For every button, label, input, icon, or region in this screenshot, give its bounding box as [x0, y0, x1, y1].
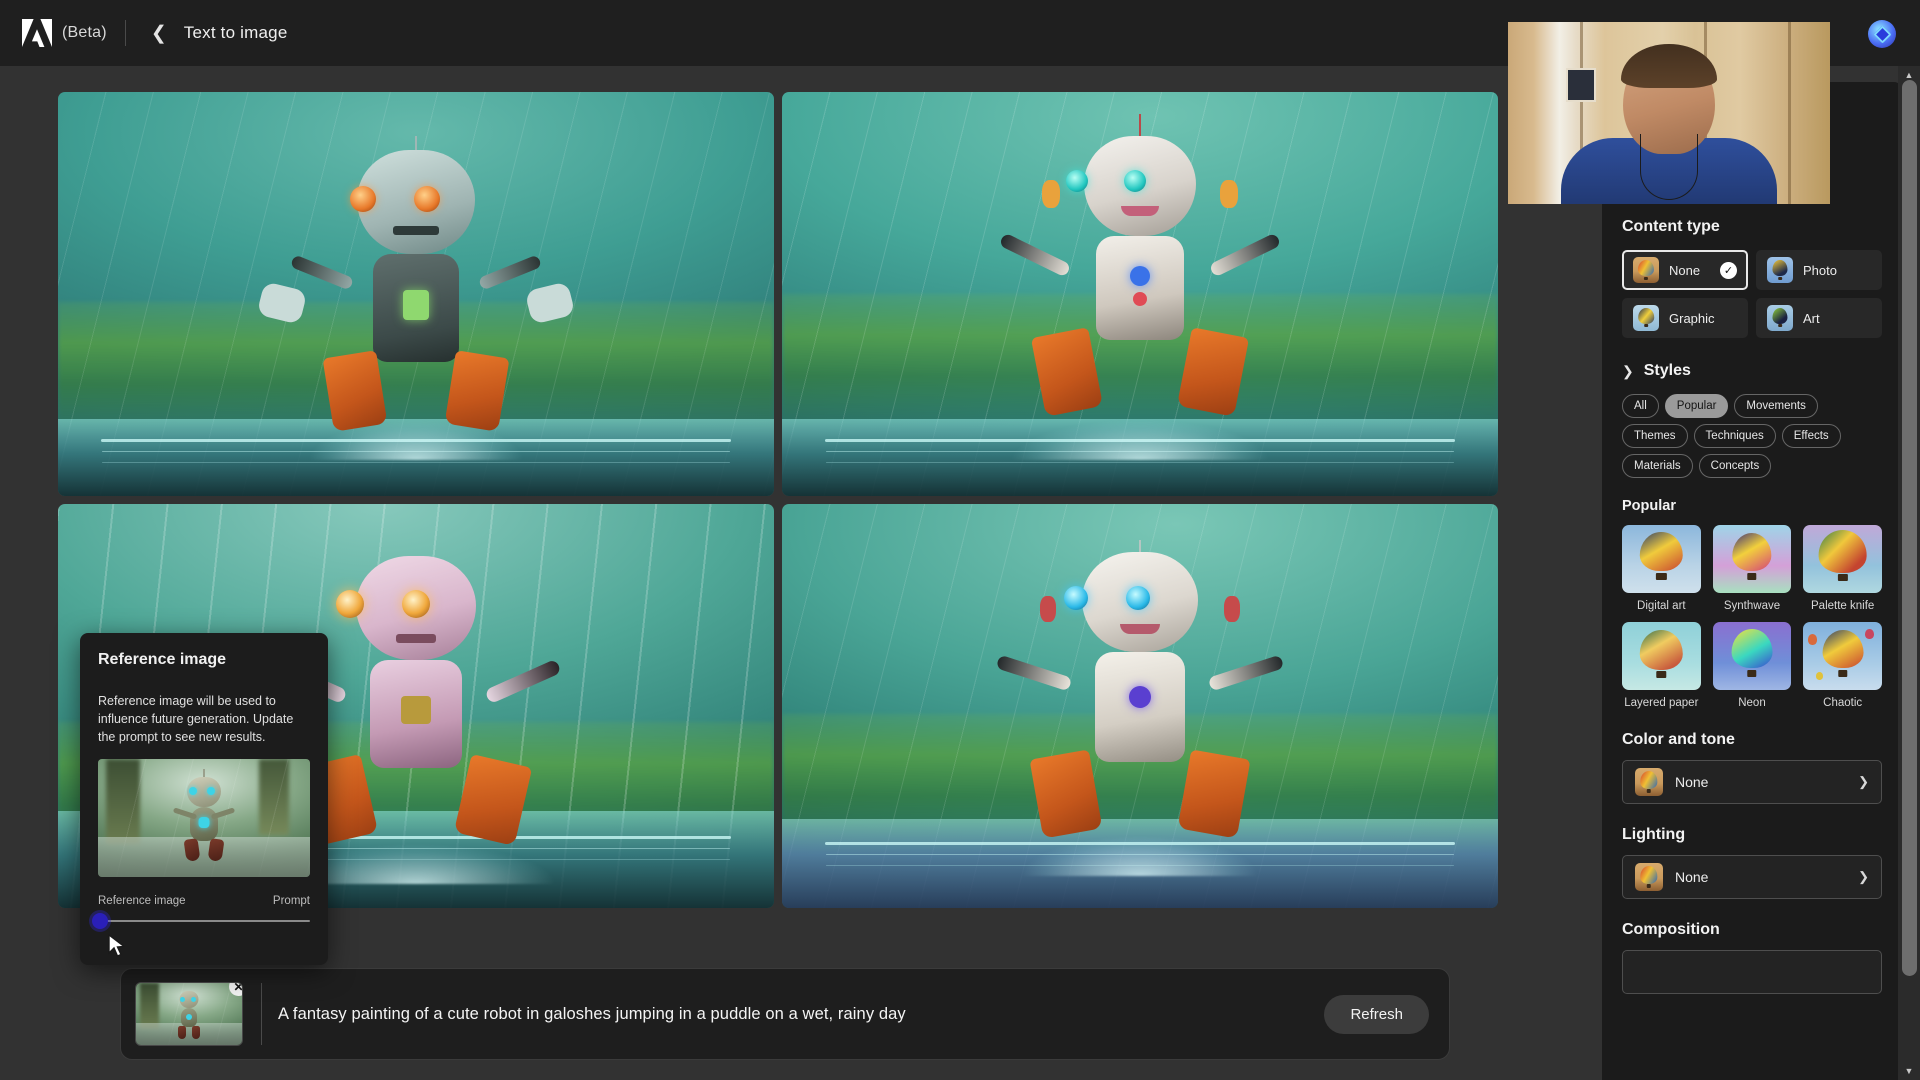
chevron-down-icon: ❯ [1858, 869, 1869, 884]
style-filter-chips: All Popular Movements Themes Techniques … [1622, 394, 1882, 478]
chevron-left-icon[interactable]: ❮ [146, 24, 172, 43]
content-type-label-none: None [1669, 262, 1701, 278]
balloon-thumbnail-icon [1767, 257, 1793, 283]
style-label-synthwave: Synthwave [1723, 600, 1781, 612]
earphone-cord [1640, 134, 1698, 200]
slider-left-label: Reference image [98, 895, 186, 908]
balloon-thumbnail-icon [1635, 768, 1663, 796]
color-and-tone-value: None [1675, 774, 1709, 790]
content-type-label-photo: Photo [1803, 262, 1837, 278]
scrollbar-thumb[interactable] [1902, 80, 1917, 976]
composition-dropdown[interactable] [1622, 950, 1882, 994]
refresh-button[interactable]: Refresh [1324, 994, 1429, 1034]
prompt-reference-thumbnail[interactable]: ✕ [135, 982, 243, 1046]
avatar-cube-glyph [1872, 24, 1892, 44]
style-filter-all[interactable]: All [1622, 394, 1659, 418]
app-root: (Beta) ❮ Text to image Reference image R… [0, 0, 1920, 1080]
style-filter-techniques[interactable]: Techniques [1693, 424, 1776, 448]
reference-popup-description: Reference image will be used to influenc… [98, 694, 294, 744]
style-item-chaotic[interactable]: Chaotic [1803, 622, 1882, 709]
balloon-thumbnail-icon [1633, 305, 1659, 331]
settings-panel: Content type None ✓ Photo Graphic Art ❯ … [1602, 82, 1902, 1080]
wall-picture [1566, 68, 1596, 102]
content-type-title: Content type [1622, 218, 1720, 235]
style-filter-themes[interactable]: Themes [1622, 424, 1688, 448]
reference-slider-labels: Reference image Prompt [98, 895, 310, 907]
app-avatar-icon[interactable] [1868, 20, 1896, 48]
vertical-scrollbar[interactable]: ▲ ▼ [1898, 66, 1920, 1080]
styles-title: Styles [1643, 362, 1691, 379]
balloon-thumbnail-icon [1635, 863, 1663, 891]
color-and-tone-dropdown[interactable]: None ❯ [1622, 760, 1882, 804]
prompt-bar: ✕ A fantasy painting of a cute robot in … [120, 968, 1450, 1060]
generated-image-2[interactable] [782, 92, 1498, 496]
style-filter-effects[interactable]: Effects [1781, 424, 1841, 448]
balloon-thumbnail-icon [1767, 305, 1793, 331]
prompt-input[interactable]: A fantasy painting of a cute robot in ga… [278, 1005, 1324, 1024]
style-item-neon[interactable]: Neon [1712, 622, 1792, 709]
composition-title: Composition [1622, 921, 1720, 938]
mouse-cursor-icon [108, 934, 126, 958]
slider-handle[interactable] [92, 913, 108, 930]
style-label-chaotic: Chaotic [1823, 697, 1863, 709]
reference-image-popup: Reference image Reference image will be … [80, 633, 328, 965]
adobe-logo-icon[interactable] [22, 19, 52, 47]
balloon-thumbnail-icon [1712, 525, 1792, 593]
style-item-digital-art[interactable]: Digital art [1622, 525, 1701, 612]
styles-group-title: Popular [1622, 498, 1676, 514]
reference-strength-slider[interactable] [92, 913, 310, 958]
style-filter-concepts[interactable]: Concepts [1698, 454, 1772, 478]
beta-label: (Beta) [62, 24, 107, 41]
balloon-thumbnail-icon [1622, 622, 1701, 690]
style-item-layered-paper[interactable]: Layered paper [1622, 622, 1701, 709]
balloon-thumbnail-icon [1803, 622, 1882, 690]
style-filter-popular[interactable]: Popular [1664, 394, 1729, 418]
style-label-layered-paper: Layered paper [1624, 697, 1699, 709]
reference-popup-thumbnail[interactable] [98, 759, 310, 878]
check-icon: ✓ [1720, 261, 1737, 279]
chevron-down-icon: ❯ [1858, 774, 1869, 789]
slider-right-label: Prompt [272, 895, 310, 908]
style-label-digital-art: Digital art [1637, 600, 1686, 612]
lighting-value: None [1675, 869, 1709, 885]
lighting-title: Lighting [1622, 826, 1686, 843]
door-edge [1788, 22, 1791, 204]
content-type-option-none[interactable]: None ✓ [1622, 250, 1748, 290]
styles-section-header[interactable]: ❯ Styles [1622, 362, 1882, 380]
chevron-right-icon: ❯ [1622, 362, 1634, 379]
style-item-palette-knife[interactable]: Palette knife [1803, 525, 1882, 612]
style-item-synthwave[interactable]: Synthwave [1712, 525, 1792, 612]
content-type-options: None ✓ Photo Graphic Art [1622, 250, 1882, 338]
style-filter-movements[interactable]: Movements [1734, 394, 1818, 418]
lighting-dropdown[interactable]: None ❯ [1622, 855, 1882, 899]
style-label-neon: Neon [1738, 697, 1766, 709]
page-title: Text to image [183, 23, 288, 42]
content-type-option-photo[interactable]: Photo [1756, 250, 1882, 290]
content-type-option-art[interactable]: Art [1756, 298, 1882, 338]
balloon-thumbnail-icon [1712, 622, 1792, 690]
style-label-palette-knife: Palette knife [1811, 600, 1875, 612]
reference-popup-title: Reference image [98, 651, 227, 668]
webcam-overlay [1508, 22, 1830, 204]
balloon-thumbnail-icon [1633, 257, 1659, 283]
generated-image-1[interactable] [58, 92, 774, 496]
balloon-thumbnail-icon [1622, 525, 1701, 593]
generated-image-4[interactable] [782, 504, 1498, 908]
topbar-divider [124, 20, 126, 46]
scroll-down-icon[interactable]: ▼ [1898, 1064, 1920, 1078]
content-type-label-art: Art [1803, 310, 1820, 326]
prompt-divider [261, 983, 262, 1045]
balloon-thumbnail-icon [1803, 525, 1882, 593]
content-type-label-graphic: Graphic [1669, 310, 1715, 326]
style-filter-materials[interactable]: Materials [1622, 454, 1693, 478]
content-type-option-graphic[interactable]: Graphic [1622, 298, 1748, 338]
style-thumbnail-grid: Digital art Synthwave Palette knife Laye… [1622, 525, 1882, 709]
color-and-tone-title: Color and tone [1622, 731, 1735, 748]
